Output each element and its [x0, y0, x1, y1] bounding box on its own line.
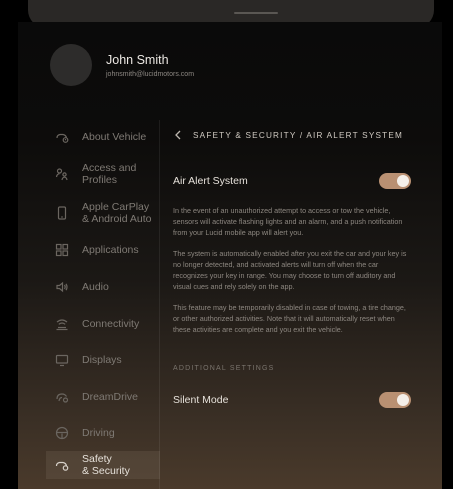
sidebar: About Vehicle Access and Profiles Apple … — [46, 120, 160, 479]
sidebar-item-audio[interactable]: Audio — [46, 268, 160, 305]
back-chevron-icon[interactable] — [173, 129, 185, 141]
sidebar-item-label: Apple CarPlay & Android Auto — [82, 201, 152, 225]
air-alert-toggle[interactable] — [379, 173, 411, 189]
silent-mode-label: Silent Mode — [173, 394, 229, 406]
profile-header[interactable]: John Smith johnsmith@lucidmotors.com — [50, 44, 194, 86]
connectivity-icon — [54, 316, 70, 332]
sidebar-item-label: Displays — [82, 354, 122, 366]
sidebar-item-label: Safety & Security — [82, 453, 130, 477]
sidebar-item-about-vehicle[interactable]: About Vehicle — [46, 120, 160, 154]
sidebar-item-connectivity[interactable]: Connectivity — [46, 305, 160, 342]
sidebar-item-label: Access and Profiles — [82, 162, 137, 186]
avatar[interactable] — [50, 44, 92, 86]
sidebar-item-driving[interactable]: Driving — [46, 415, 160, 451]
sidebar-item-label: Audio — [82, 280, 109, 293]
main-content: SAFETY & SECURITY / AIR ALERT SYSTEM Air… — [173, 127, 411, 408]
sidebar-item-carplay-android[interactable]: Apple CarPlay & Android Auto — [46, 194, 160, 232]
description-paragraph: The system is automatically enabled afte… — [173, 249, 407, 291]
toggle-knob — [397, 394, 409, 406]
settings-screen: John Smith johnsmith@lucidmotors.com Abo… — [18, 22, 442, 489]
sidebar-item-applications[interactable]: Applications — [46, 232, 160, 268]
sidebar-item-label: Connectivity — [82, 317, 140, 330]
sidebar-item-label: About Vehicle — [82, 131, 147, 143]
profile-email: johnsmith@lucidmotors.com — [106, 70, 195, 78]
description-paragraph: This feature may be temporarily disabled… — [173, 303, 406, 334]
steering-wheel-icon — [54, 425, 70, 441]
sidebar-item-label: Applications — [82, 244, 139, 256]
display-icon — [54, 352, 70, 368]
drag-handle[interactable] — [234, 12, 278, 14]
applications-grid-icon — [54, 242, 70, 258]
breadcrumb: SAFETY & SECURITY / AIR ALERT SYSTEM — [173, 127, 411, 143]
sidebar-item-label: DreamDrive — [82, 390, 139, 403]
vehicle-info-icon — [54, 129, 70, 145]
profiles-icon — [54, 166, 70, 182]
safety-car-icon — [54, 457, 70, 473]
silent-mode-toggle[interactable] — [379, 392, 411, 408]
phone-icon — [54, 205, 70, 221]
air-alert-label: Air Alert System — [173, 175, 248, 187]
sidebar-item-dreamdrive[interactable]: DreamDrive — [46, 378, 160, 415]
dreamdrive-icon — [54, 389, 70, 405]
air-alert-row: Air Alert System — [173, 173, 411, 189]
toggle-knob — [397, 175, 409, 187]
sidebar-divider — [159, 120, 160, 489]
sidebar-item-displays[interactable]: Displays — [46, 342, 160, 378]
page-title: SAFETY & SECURITY / AIR ALERT SYSTEM — [193, 130, 404, 140]
sidebar-item-access-profiles[interactable]: Access and Profiles — [46, 154, 160, 194]
description-paragraph: In the event of an unauthorized attempt … — [173, 206, 403, 237]
sidebar-item-label: Driving — [82, 427, 115, 439]
speaker-icon — [54, 279, 70, 295]
additional-settings-heading: ADDITIONAL SETTINGS — [173, 365, 275, 372]
silent-mode-row: Silent Mode — [173, 392, 411, 408]
sidebar-item-safety-security[interactable]: Safety & Security — [46, 451, 160, 479]
profile-name: John Smith — [106, 52, 169, 67]
